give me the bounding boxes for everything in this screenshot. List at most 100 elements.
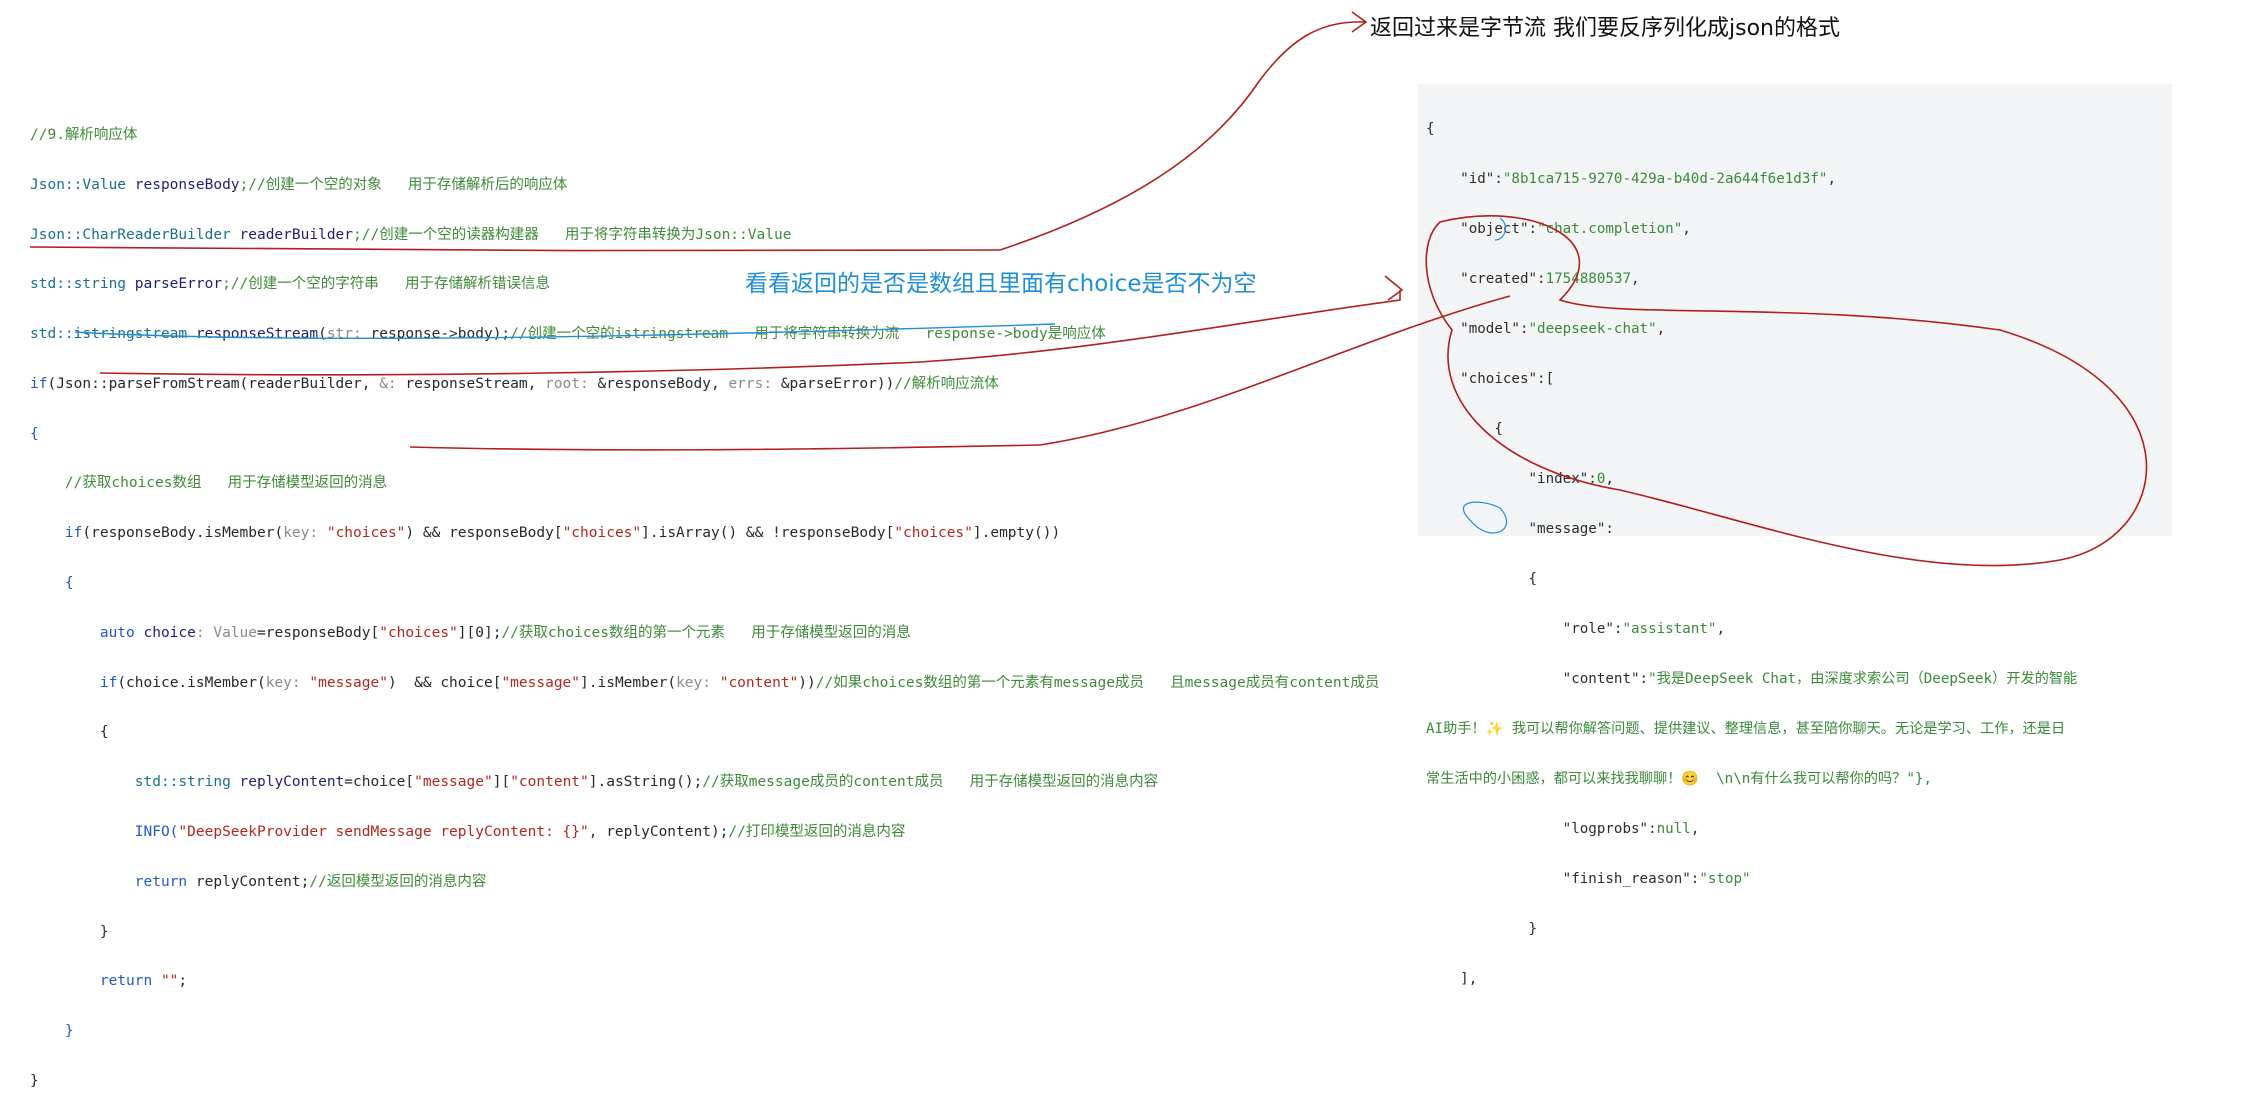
code-line: if(Json::parseFromStream(readerBuilder, … — [30, 372, 1379, 397]
json-line: "object":"chat.completion", — [1460, 221, 1691, 237]
arrowhead-top — [1351, 11, 1368, 33]
arrowhead-choice — [1384, 275, 1404, 301]
type-hint: : Value — [195, 624, 257, 641]
json-line: "content":"我是DeepSeek Chat，由深度求索公司（DeepS… — [1562, 671, 2078, 687]
code-comment: //打印模型返回的消息内容 — [728, 824, 906, 841]
code-keyword: return — [99, 973, 161, 990]
code-comment: //创建一个空的istringstream 用于将字符串转换为流 respons… — [510, 326, 1106, 343]
json-value: "我是DeepSeek Chat，由深度求索公司（DeepSeek）开发的智能 — [1648, 671, 2078, 687]
param-hint: key: — [283, 525, 327, 542]
json-bracket: ], — [1460, 971, 1478, 987]
code-text: ].asString(); — [588, 774, 703, 791]
code-text: ].isArray() && !responseBody[ — [641, 525, 895, 542]
code-type: Json::CharReaderBuilder — [30, 226, 240, 243]
code-text: (Json::parseFromStream(readerBuilder, — [47, 375, 380, 392]
code-macro: INFO( — [134, 824, 179, 841]
code-var: readerBuilder — [239, 226, 354, 243]
code-comment: //如果choices数组的第一个元素有message成员 且message成员… — [815, 674, 1380, 691]
json-key: "logprobs" — [1562, 821, 1649, 837]
param-hint: root: — [545, 375, 598, 392]
param-hint: &: — [379, 375, 406, 392]
code-text: (choice.isMember( — [117, 674, 266, 691]
code-keyword: if — [99, 674, 118, 691]
json-line: 常生活中的小困惑，都可以来找我聊聊！😊 \n\n有什么我可以帮你的吗？"}, — [1426, 767, 2077, 792]
code-brace: { — [99, 724, 109, 741]
code-var: choice — [143, 624, 196, 641]
code-text: =responseBody[ — [257, 624, 380, 641]
code-var: replyContent — [239, 774, 345, 791]
code-type: Json::Value — [30, 176, 135, 193]
param-hint: str: — [326, 326, 371, 343]
code-string: "choices" — [326, 525, 406, 542]
code-line: } — [30, 1019, 1379, 1044]
code-comment: //获取choices数组 用于存储模型返回的消息 — [64, 475, 388, 492]
json-key: "model" — [1460, 321, 1520, 337]
code-type: std::string — [134, 774, 240, 791]
code-line: auto choice: Value=responseBody["choices… — [30, 621, 1379, 646]
code-line: //9.解析响应体 — [30, 123, 1379, 148]
code-type: std::string — [30, 276, 135, 293]
code-brace: { — [30, 425, 39, 442]
code-text: ) && choice[ — [387, 674, 502, 691]
code-keyword: auto — [99, 624, 144, 641]
code-string: "choices" — [379, 624, 458, 641]
code-line: INFO("DeepSeekProvider sendMessage reply… — [30, 820, 1379, 845]
annotation-blue-note: 看看返回的是否是数组且里面有choice是否不为空 — [745, 271, 1257, 297]
code-string: "message" — [501, 674, 581, 691]
code-var: responseStream — [195, 326, 319, 343]
json-value: "assistant" — [1622, 621, 1717, 637]
json-value: "8b1ca715-9270-429a-b40d-2a644f6e1d3f" — [1502, 171, 1828, 187]
param-hint: errs: — [728, 375, 781, 392]
code-text: &parseError)) — [780, 375, 895, 392]
code-comment: ;//创建一个空的对象 用于存储解析后的响应体 — [239, 176, 568, 193]
json-key: "message" — [1528, 521, 1606, 537]
code-brace: } — [30, 1073, 39, 1090]
json-line: { — [1426, 567, 2077, 592]
code-keyword: if — [64, 525, 83, 542]
code-line: } — [30, 1069, 1379, 1094]
code-comment: //9.解析响应体 — [30, 126, 138, 143]
code-comment: ;//创建一个空的字符串 用于存储解析错误信息 — [222, 276, 550, 293]
code-keyword: return — [134, 873, 196, 890]
code-string: "message" — [414, 774, 493, 791]
json-line: { — [1426, 417, 2077, 442]
code-text: ; — [178, 973, 188, 990]
json-line: "message": — [1528, 521, 1614, 537]
code-text: responseStream, — [405, 375, 546, 392]
json-line: AI助手！✨ 我可以帮你解答问题、提供建议、整理信息，甚至陪你聊天。无论是学习、… — [1426, 717, 2077, 742]
code-line: } — [30, 920, 1379, 945]
code-brace: { — [64, 575, 74, 592]
code-text: ][ — [492, 774, 511, 791]
code-string: "content" — [719, 674, 799, 691]
json-value: 1754880537 — [1545, 271, 1632, 287]
code-comment: //返回模型返回的消息内容 — [309, 873, 487, 890]
code-var: responseBody — [134, 176, 240, 193]
code-text: ].empty()) — [972, 525, 1061, 542]
code-text: ) && responseBody[ — [405, 525, 563, 542]
json-line: "created":1754880537, — [1460, 271, 1640, 287]
code-string: "DeepSeekProvider sendMessage replyConte… — [178, 824, 589, 841]
code-string: "content" — [510, 774, 589, 791]
code-text: &responseBody, — [597, 375, 729, 392]
code-line: { — [30, 720, 1379, 745]
json-line: "id":"8b1ca715-9270-429a-b40d-2a644f6e1d… — [1460, 171, 1837, 187]
code-editor: //9.解析响应体 Json::Value responseBody;//创建一… — [30, 98, 1379, 1119]
code-string: "" — [160, 973, 179, 990]
code-line: return replyContent;//返回模型返回的消息内容 — [30, 870, 1379, 895]
json-key: "finish_reason" — [1562, 871, 1691, 887]
json-line: "model":"deepseek-chat", — [1460, 321, 1666, 337]
json-brace: { — [1528, 571, 1538, 587]
code-text: replyContent; — [195, 873, 310, 890]
json-brace: } — [1528, 921, 1538, 937]
annotation-top-note: 返回过来是字节流 我们要反序列化成json的格式 — [1370, 16, 1840, 41]
code-line: return ""; — [30, 969, 1379, 994]
code-comment: //解析响应流体 — [894, 375, 999, 392]
code-string: "choices" — [894, 525, 973, 542]
json-value-continued: 常生活中的小困惑，都可以来找我聊聊！😊 \n\n有什么我可以帮你的吗？"}, — [1426, 771, 1932, 787]
json-key: "created" — [1460, 271, 1538, 287]
json-brace: { — [1426, 121, 1435, 137]
code-brace: } — [64, 1023, 74, 1040]
code-keyword: if — [30, 375, 48, 392]
json-line: { — [1426, 117, 2077, 142]
json-response: { "id":"8b1ca715-9270-429a-b40d-2a644f6e… — [1426, 92, 2077, 1017]
